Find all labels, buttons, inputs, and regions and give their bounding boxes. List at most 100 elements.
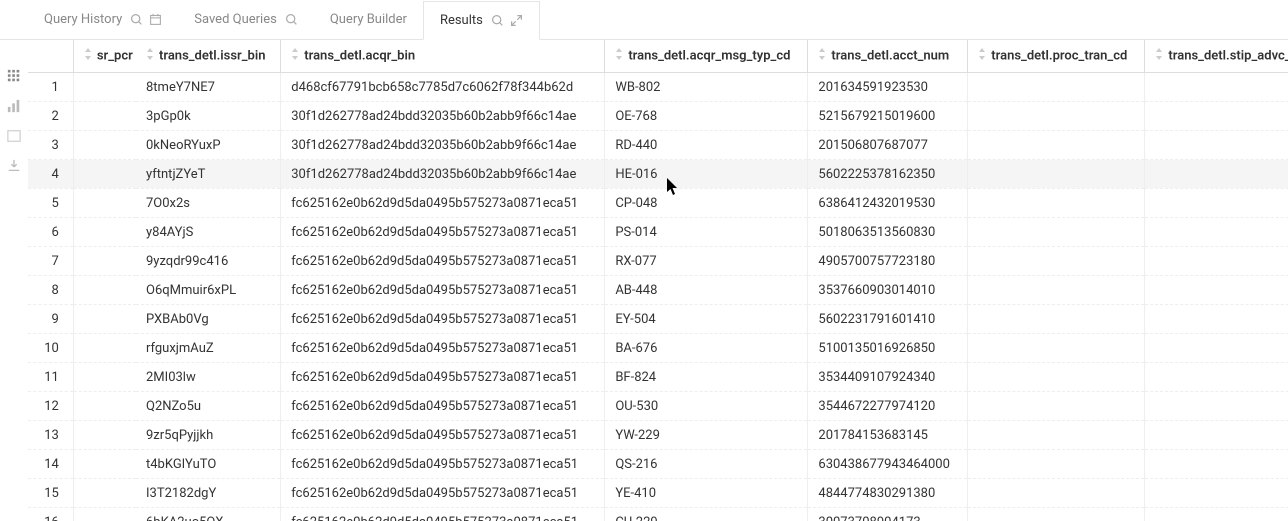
table-row[interactable]: 139zr5qPyjjkhfc625162e0b62d9d5da0495b575… [28, 421, 1288, 450]
table-cell [73, 160, 136, 189]
table-row[interactable]: 9PXBAb0Vgfc625162e0b62d9d5da0495b575273a… [28, 305, 1288, 334]
table-cell: 3544672277974120 [808, 392, 968, 421]
column-header-stip[interactable]: trans_detl.stip_advc_cd [1145, 40, 1288, 73]
table-cell [1145, 392, 1288, 421]
table-cell [968, 508, 1145, 521]
table-row[interactable]: 23pGp0k30f1d262778ad24bdd32035b60b2abb9f… [28, 102, 1288, 131]
table-cell [73, 102, 136, 131]
table-cell: 4905700757723180 [808, 247, 968, 276]
search-icon[interactable] [285, 13, 298, 26]
table-cell [968, 363, 1145, 392]
tab-label: Results [440, 13, 483, 28]
table-cell [968, 102, 1145, 131]
column-header-acqr-bin[interactable]: trans_detl.acqr_bin [281, 40, 605, 73]
table-cell: d468cf67791bcb658c7785d7c6062f78f344b62d [281, 73, 605, 102]
table-cell [73, 131, 136, 160]
table-cell: 630438677943464000 [808, 450, 968, 479]
table-cell [73, 218, 136, 247]
table-cell [968, 218, 1145, 247]
table-cell: 8 [28, 276, 73, 305]
table-cell: fc625162e0b62d9d5da0495b575273a0871eca51 [281, 421, 605, 450]
table-row[interactable]: 10rfguxjmAuZfc625162e0b62d9d5da0495b5752… [28, 334, 1288, 363]
table-cell: 6386412432019530 [808, 189, 968, 218]
table-row[interactable]: 15I3T2182dgYfc625162e0b62d9d5da0495b5752… [28, 479, 1288, 508]
table-cell [968, 450, 1145, 479]
table-row[interactable]: 8O6qMmuir6xPLfc625162e0b62d9d5da0495b575… [28, 276, 1288, 305]
table-row[interactable]: 18tmeY7NE7d468cf67791bcb658c7785d7c6062f… [28, 73, 1288, 102]
expand-icon[interactable] [510, 14, 523, 27]
table-cell: 5100135016926850 [808, 334, 968, 363]
column-header-acct-num[interactable]: trans_detl.acct_num [808, 40, 968, 73]
table-cell: 3537660903014010 [808, 276, 968, 305]
table-cell: QS-216 [605, 450, 808, 479]
table-row[interactable]: 166bKA2uo5OXfc625162e0b62d9d5da0495b5752… [28, 508, 1288, 521]
table-cell: fc625162e0b62d9d5da0495b575273a0871eca51 [281, 305, 605, 334]
table-cell: 13 [28, 421, 73, 450]
table-cell: BF-824 [605, 363, 808, 392]
table-cell: YW-229 [605, 421, 808, 450]
table-cell: fc625162e0b62d9d5da0495b575273a0871eca51 [281, 218, 605, 247]
table-row[interactable]: 6y84AYjSfc625162e0b62d9d5da0495b575273a0… [28, 218, 1288, 247]
table-cell: OE-768 [605, 102, 808, 131]
table-row[interactable]: 57O0x2sfc625162e0b62d9d5da0495b575273a08… [28, 189, 1288, 218]
table-row[interactable]: 4yftntjZYeT30f1d262778ad24bdd32035b60b2a… [28, 160, 1288, 189]
column-header-issr-bin[interactable]: trans_detl.issr_bin [136, 40, 281, 73]
column-header-msg-typ[interactable]: trans_detl.acqr_msg_typ_cd [605, 40, 808, 73]
table-cell: 11 [28, 363, 73, 392]
table-cell [968, 334, 1145, 363]
table-row[interactable]: 30kNeoRYuxP30f1d262778ad24bdd32035b60b2a… [28, 131, 1288, 160]
grid-icon[interactable] [6, 68, 22, 84]
table-cell: fc625162e0b62d9d5da0495b575273a0871eca51 [281, 276, 605, 305]
column-header-proc-tran[interactable]: trans_detl.proc_tran_cd [968, 40, 1145, 73]
calendar-icon[interactable] [149, 13, 162, 26]
table-cell [968, 276, 1145, 305]
tab-label: Saved Queries [194, 12, 277, 27]
table-cell: 2 [28, 102, 73, 131]
table-cell: HE-016 [605, 160, 808, 189]
panel-icon[interactable] [6, 128, 22, 144]
left-sidebar [0, 60, 28, 174]
table-cell: 12 [28, 392, 73, 421]
sort-icon [291, 48, 301, 64]
table-row[interactable]: 14t4bKGIYuTOfc625162e0b62d9d5da0495b5752… [28, 450, 1288, 479]
column-header-pcr[interactable]: sr_pcr [73, 40, 136, 73]
tab-results[interactable]: Results [423, 1, 540, 40]
table-cell [73, 305, 136, 334]
table-cell: 5602225378162350 [808, 160, 968, 189]
table-cell: 30073708904173 [808, 508, 968, 521]
table-cell: 4 [28, 160, 73, 189]
table-cell: 30f1d262778ad24bdd32035b60b2abb9f66c14ae [281, 131, 605, 160]
table-cell: 10 [28, 334, 73, 363]
sort-icon [1155, 48, 1165, 64]
table-cell: rfguxjmAuZ [136, 334, 281, 363]
table-cell: 16 [28, 508, 73, 521]
search-icon[interactable] [130, 13, 143, 26]
table-cell [73, 392, 136, 421]
table-cell: fc625162e0b62d9d5da0495b575273a0871eca51 [281, 450, 605, 479]
table-cell: 1 [28, 73, 73, 102]
tab-saved-queries[interactable]: Saved Queries [178, 0, 314, 39]
tab-query-history[interactable]: Query History [28, 0, 178, 39]
table-cell: YE-410 [605, 479, 808, 508]
tab-query-builder[interactable]: Query Builder [314, 0, 423, 39]
chart-icon[interactable] [6, 98, 22, 114]
table-cell [73, 421, 136, 450]
table-cell [1145, 421, 1288, 450]
table-cell: EY-504 [605, 305, 808, 334]
table-row[interactable]: 112MI03lwfc625162e0b62d9d5da0495b575273a… [28, 363, 1288, 392]
table-cell [1145, 102, 1288, 131]
table-cell: 30f1d262778ad24bdd32035b60b2abb9f66c14ae [281, 102, 605, 131]
table-cell [1145, 160, 1288, 189]
search-icon[interactable] [491, 14, 504, 27]
table-row[interactable]: 79yzqdr99c416fc625162e0b62d9d5da0495b575… [28, 247, 1288, 276]
table-cell: 5602231791601410 [808, 305, 968, 334]
table-cell [73, 189, 136, 218]
table-cell: 5215679215019600 [808, 102, 968, 131]
table-cell: I3T2182dgY [136, 479, 281, 508]
download-icon[interactable] [6, 158, 22, 174]
table-cell [968, 131, 1145, 160]
column-header-rownum[interactable] [28, 40, 73, 73]
table-row[interactable]: 12Q2NZo5ufc625162e0b62d9d5da0495b575273a… [28, 392, 1288, 421]
table-cell: 9yzqdr99c416 [136, 247, 281, 276]
table-cell [73, 363, 136, 392]
